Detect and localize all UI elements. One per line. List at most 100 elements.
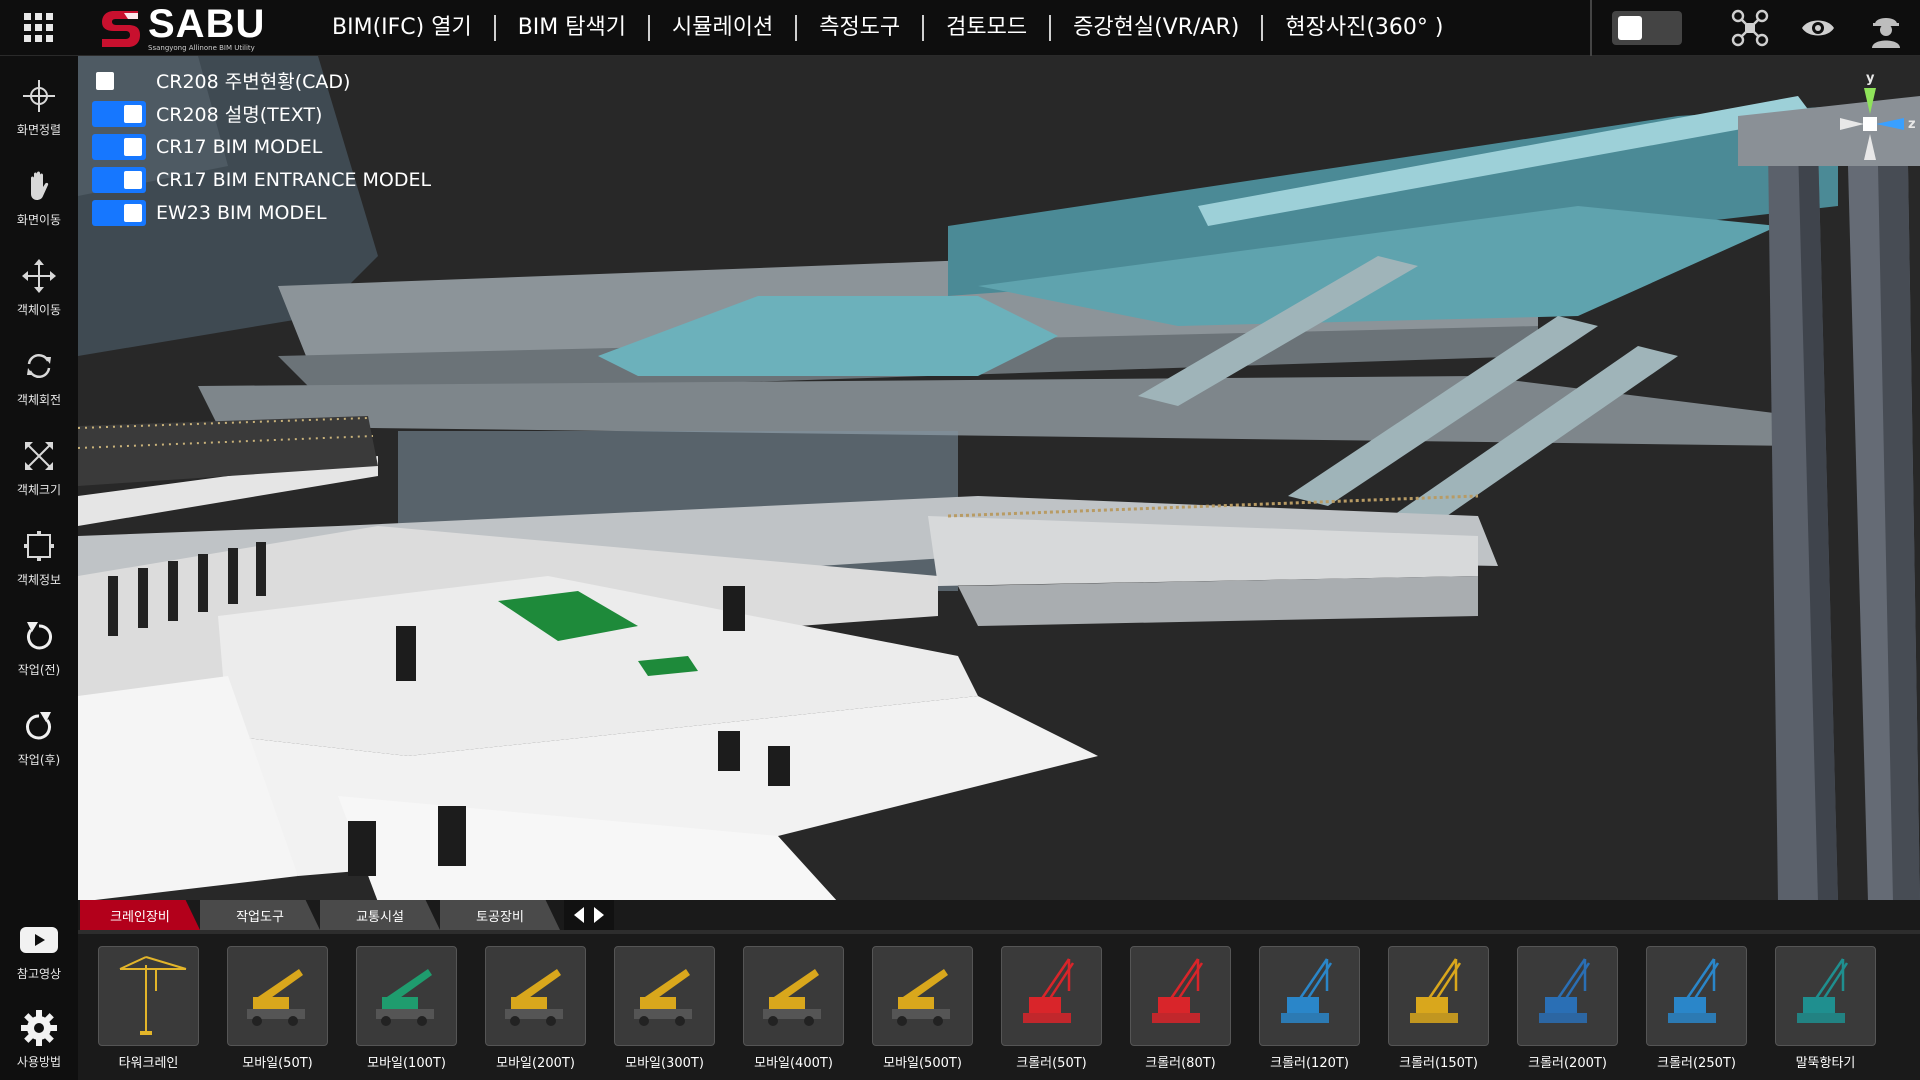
equipment-item[interactable]: 모바일(500T) — [872, 946, 973, 1071]
equipment-item[interactable]: 크롤러(250T) — [1646, 946, 1747, 1071]
layer-name: CR208 설명(TEXT) — [156, 104, 323, 126]
equipment-label: 모바일(400T) — [754, 1056, 833, 1071]
equipment-label: 크롤러(50T) — [1016, 1056, 1087, 1071]
equipment-item[interactable]: 크롤러(200T) — [1517, 946, 1618, 1071]
sidebar-item-label: 사용방법 — [16, 1055, 62, 1069]
crane-icon — [235, 951, 321, 1041]
equipment-thumbnail — [614, 946, 715, 1046]
layer-list: CR208 주변현황(CAD) CR208 설명(TEXT) CR17 BIM … — [92, 64, 431, 229]
layer-toggle-cr208-cad[interactable] — [92, 68, 146, 94]
equipment-thumbnail — [872, 946, 973, 1046]
layer-name: EW23 BIM MODEL — [156, 201, 327, 224]
equipment-item[interactable]: 모바일(50T) — [227, 946, 328, 1071]
equipment-item[interactable]: 크롤러(50T) — [1001, 946, 1102, 1071]
move-object-button[interactable]: 객체이동 — [0, 246, 78, 328]
arrow-left-icon[interactable] — [572, 906, 586, 924]
crane-icon — [1654, 951, 1740, 1041]
equipment-item[interactable]: 모바일(200T) — [485, 946, 586, 1071]
app-subtitle: Ssangyong Allinone BIM Utility — [148, 43, 255, 52]
equipment-item[interactable]: 모바일(300T) — [614, 946, 715, 1071]
crane-icon — [1396, 951, 1482, 1041]
equipment-item[interactable]: 크롤러(120T) — [1259, 946, 1360, 1071]
layer-row: EW23 BIM MODEL — [92, 196, 431, 229]
equipment-item[interactable]: 모바일(100T) — [356, 946, 457, 1071]
equipment-thumbnail — [1775, 946, 1876, 1046]
equipment-thumbnail — [1388, 946, 1489, 1046]
sabu-logo: SABU Ssangyong Allinone BIM Utility — [98, 0, 298, 56]
equipment-label: 크롤러(120T) — [1270, 1056, 1349, 1071]
layer-row: CR17 BIM MODEL — [92, 130, 431, 163]
menu-review-mode[interactable]: 검토모드 — [924, 14, 1052, 41]
eye-icon[interactable] — [1798, 8, 1838, 48]
equipment-thumbnail — [1646, 946, 1747, 1046]
apps-grid-icon[interactable] — [0, 0, 76, 56]
menu-measure-tools[interactable]: 측정도구 — [797, 14, 925, 41]
layer-name: CR208 주변현황(CAD) — [156, 71, 351, 93]
arrow-right-icon[interactable] — [592, 906, 606, 924]
crane-icon — [1525, 951, 1611, 1041]
sidebar-item-label: 화면이동 — [16, 213, 62, 227]
axis-z-label: z — [1908, 117, 1916, 132]
equipment-label: 타워크레인 — [118, 1056, 179, 1071]
undo-button[interactable]: 작업(전) — [0, 606, 78, 688]
equipment-item[interactable]: 말뚝항타기 — [1775, 946, 1876, 1071]
equipment-list: 타워크레인 모바일(50T) 모바일(100T) 모바일(200T) 모바일(300T)… — [98, 946, 1904, 1071]
tab-scroll-arrows[interactable] — [564, 900, 614, 930]
scale-object-button[interactable]: 객체크기 — [0, 426, 78, 508]
left-toolbar: 화면정렬 화면이동 객체이동 객체회전 객체크기 객체정보 작업(전) 작업(후… — [0, 56, 78, 1080]
sabu-s-logo-icon — [102, 10, 140, 47]
layer-toggle-cr17-bim[interactable] — [92, 133, 146, 160]
drone-icon[interactable] — [1730, 8, 1770, 48]
layer-toggle-ew23-bim[interactable] — [92, 199, 146, 226]
layer-name: CR17 BIM MODEL — [156, 135, 323, 158]
layer-name: CR17 BIM ENTRANCE MODEL — [156, 168, 432, 191]
pan-view-button[interactable]: 화면이동 — [0, 156, 78, 238]
worker-icon[interactable] — [1866, 8, 1906, 48]
mode-toggle[interactable] — [1612, 11, 1682, 45]
equipment-tray: 크레인장비 작업도구 교통시설 토공장비 타워크레인 모바일(50T) 모바일(10… — [78, 900, 1920, 1080]
tab-crane-equipment[interactable]: 크레인장비 — [80, 900, 200, 930]
object-info-button[interactable]: 객체정보 — [0, 516, 78, 598]
sidebar-item-label: 객체회전 — [16, 393, 62, 407]
how-to-use-button[interactable]: 사용방법 — [0, 998, 78, 1080]
tab-work-tools[interactable]: 작업도구 — [200, 900, 320, 930]
info-box-icon — [19, 526, 59, 566]
axis-gizmo[interactable]: y z — [1830, 66, 1920, 166]
crane-icon — [1267, 951, 1353, 1041]
layer-toggle-cr17-entrance[interactable] — [92, 166, 146, 193]
tab-traffic-facilities[interactable]: 교통시설 — [320, 900, 440, 930]
app-title: SABU — [148, 1, 266, 46]
equipment-item[interactable]: 크롤러(150T) — [1388, 946, 1489, 1071]
equipment-label: 모바일(50T) — [242, 1056, 313, 1071]
menu-vr-ar[interactable]: 증강현실(VR/AR) — [1051, 14, 1264, 41]
main-menu: BIM(IFC) 열기 BIM 탐색기 시뮬레이션 측정도구 검토모드 증강현실… — [310, 0, 1465, 56]
equipment-item[interactable]: 모바일(400T) — [743, 946, 844, 1071]
equipment-thumbnail — [1130, 946, 1231, 1046]
crane-icon — [622, 951, 708, 1041]
reference-video-button[interactable]: 참고영상 — [0, 910, 78, 992]
menu-bim-ifc-open[interactable]: BIM(IFC) 열기 — [310, 14, 496, 41]
gear-icon — [19, 1008, 59, 1048]
menu-site-photo-360[interactable]: 현장사진(360° ) — [1263, 15, 1465, 41]
layer-toggle-cr208-text[interactable] — [92, 100, 146, 127]
sidebar-item-label: 객체이동 — [16, 303, 62, 317]
sidebar-item-label: 화면정렬 — [16, 123, 62, 137]
tab-earthwork-equipment[interactable]: 토공장비 — [440, 900, 560, 930]
equipment-label: 크롤러(200T) — [1528, 1056, 1607, 1071]
axis-y-label: y — [1866, 71, 1875, 86]
equipment-tabs: 크레인장비 작업도구 교통시설 토공장비 — [80, 900, 614, 930]
crane-icon — [1138, 951, 1224, 1041]
equipment-item[interactable]: 타워크레인 — [98, 946, 199, 1071]
equipment-item[interactable]: 크롤러(80T) — [1130, 946, 1231, 1071]
crane-icon — [1009, 951, 1095, 1041]
menu-simulation[interactable]: 시뮬레이션 — [650, 14, 798, 41]
align-view-button[interactable]: 화면정렬 — [0, 66, 78, 148]
crane-icon — [493, 951, 579, 1041]
equipment-thumbnail — [485, 946, 586, 1046]
tab-divider — [78, 930, 1920, 934]
redo-button[interactable]: 작업(후) — [0, 696, 78, 778]
equipment-thumbnail — [1517, 946, 1618, 1046]
rotate-object-button[interactable]: 객체회전 — [0, 336, 78, 418]
sidebar-item-label: 참고영상 — [16, 967, 62, 981]
menu-bim-explorer[interactable]: BIM 탐색기 — [496, 14, 650, 41]
